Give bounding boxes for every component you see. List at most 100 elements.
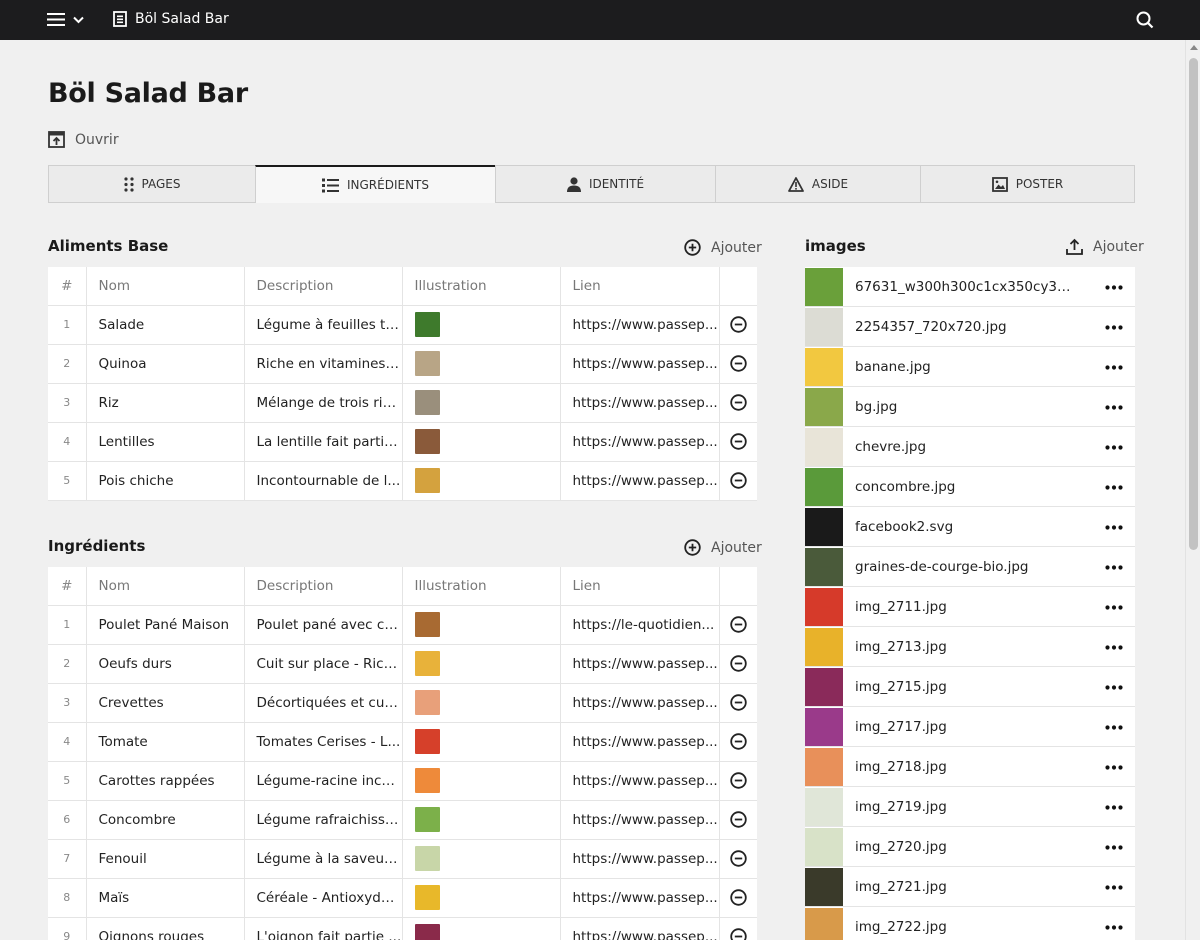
- row-link[interactable]: https://www.passep...: [560, 800, 720, 840]
- remove-row-button[interactable]: [730, 355, 747, 372]
- image-list-item[interactable]: 2254357_720x720.jpg: [805, 307, 1135, 347]
- row-description[interactable]: Légume à feuilles te...: [244, 305, 403, 345]
- tab-aside[interactable]: ASIDE: [715, 165, 921, 203]
- row-illustration[interactable]: [402, 800, 561, 840]
- image-filename[interactable]: concombre.jpg: [855, 479, 1073, 495]
- table-row[interactable]: 8 Maïs Céréale - Antioxyda... https://www.p…: [48, 878, 757, 918]
- row-name[interactable]: Oignons rouges: [86, 917, 245, 940]
- tab-identite[interactable]: IDENTITÉ: [495, 165, 716, 203]
- row-link[interactable]: https://www.passep...: [560, 422, 720, 462]
- more-options-button[interactable]: [1105, 800, 1123, 810]
- image-thumbnail[interactable]: [805, 387, 843, 426]
- illustration-thumbnail[interactable]: [414, 885, 440, 910]
- row-link[interactable]: https://www.passep...: [560, 305, 720, 345]
- remove-row-button[interactable]: [730, 772, 747, 789]
- more-options-button[interactable]: [1105, 680, 1123, 690]
- image-thumbnail[interactable]: [805, 827, 843, 866]
- image-filename[interactable]: img_2713.jpg: [855, 639, 1073, 655]
- row-name[interactable]: Fenouil: [86, 839, 245, 879]
- row-link[interactable]: https://www.passep...: [560, 461, 720, 501]
- image-list-item[interactable]: 67631_w300h300c1cx350cy350....: [805, 267, 1135, 307]
- more-options-button[interactable]: [1105, 480, 1123, 490]
- open-button[interactable]: Ouvrir: [48, 131, 119, 148]
- row-link[interactable]: https://www.passep...: [560, 383, 720, 423]
- row-link[interactable]: https://www.passep...: [560, 722, 720, 762]
- remove-row-button[interactable]: [730, 889, 747, 906]
- image-thumbnail[interactable]: [805, 627, 843, 666]
- image-list-item[interactable]: img_2722.jpg: [805, 907, 1135, 940]
- more-options-button[interactable]: [1105, 400, 1123, 410]
- image-thumbnail[interactable]: [805, 547, 843, 586]
- illustration-thumbnail[interactable]: [414, 351, 440, 376]
- remove-row-button[interactable]: [730, 694, 747, 711]
- image-thumbnail[interactable]: [805, 747, 843, 786]
- image-thumbnail[interactable]: [805, 707, 843, 746]
- row-name[interactable]: Pois chiche: [86, 461, 245, 501]
- image-thumbnail[interactable]: [805, 907, 843, 940]
- more-options-button[interactable]: [1105, 920, 1123, 930]
- row-illustration[interactable]: [402, 461, 561, 501]
- image-list-item[interactable]: img_2718.jpg: [805, 747, 1135, 787]
- row-link[interactable]: https://www.passep...: [560, 683, 720, 723]
- row-illustration[interactable]: [402, 422, 561, 462]
- row-link[interactable]: https://www.passep...: [560, 644, 720, 684]
- table-row[interactable]: 9 Oignons rouges L'oignon fait partie ... h…: [48, 917, 757, 940]
- image-list-item[interactable]: img_2711.jpg: [805, 587, 1135, 627]
- remove-row-button[interactable]: [730, 733, 747, 750]
- row-description[interactable]: Légume-racine inco...: [244, 761, 403, 801]
- image-filename[interactable]: img_2722.jpg: [855, 919, 1073, 935]
- tab-pages[interactable]: PAGES: [48, 165, 256, 203]
- more-options-button[interactable]: [1105, 560, 1123, 570]
- remove-row-button[interactable]: [730, 616, 747, 633]
- row-name[interactable]: Lentilles: [86, 422, 245, 462]
- image-list-item[interactable]: img_2720.jpg: [805, 827, 1135, 867]
- table-row[interactable]: 4 Tomate Tomates Cerises - L... https://www…: [48, 722, 757, 762]
- image-list-item[interactable]: img_2713.jpg: [805, 627, 1135, 667]
- remove-row-button[interactable]: [730, 811, 747, 828]
- image-filename[interactable]: img_2720.jpg: [855, 839, 1073, 855]
- illustration-thumbnail[interactable]: [414, 924, 440, 940]
- image-thumbnail[interactable]: [805, 787, 843, 826]
- ingredients-add-button[interactable]: Ajouter: [684, 539, 762, 556]
- remove-row-button[interactable]: [730, 472, 747, 489]
- row-name[interactable]: Concombre: [86, 800, 245, 840]
- illustration-thumbnail[interactable]: [414, 468, 440, 493]
- image-thumbnail[interactable]: [805, 587, 843, 626]
- image-list-item[interactable]: graines-de-courge-bio.jpg: [805, 547, 1135, 587]
- image-thumbnail[interactable]: [805, 347, 843, 386]
- table-row[interactable]: 6 Concombre Légume rafraichissa... https://…: [48, 800, 757, 840]
- illustration-thumbnail[interactable]: [414, 390, 440, 415]
- image-list-item[interactable]: facebook2.svg: [805, 507, 1135, 547]
- row-link[interactable]: https://www.passep...: [560, 878, 720, 918]
- main-menu-button[interactable]: [47, 12, 84, 27]
- table-row[interactable]: 2 Oeufs durs Cuit sur place - Rich... https…: [48, 644, 757, 684]
- image-filename[interactable]: img_2718.jpg: [855, 759, 1073, 775]
- tab-poster[interactable]: POSTER: [920, 165, 1135, 203]
- image-thumbnail[interactable]: [805, 427, 843, 466]
- image-thumbnail[interactable]: [805, 667, 843, 706]
- site-title[interactable]: Böl Salad Bar: [113, 11, 229, 27]
- row-description[interactable]: L'oignon fait partie ...: [244, 917, 403, 940]
- image-filename[interactable]: img_2721.jpg: [855, 879, 1073, 895]
- row-name[interactable]: Riz: [86, 383, 245, 423]
- row-description[interactable]: Céréale - Antioxyda...: [244, 878, 403, 918]
- image-filename[interactable]: img_2715.jpg: [855, 679, 1073, 695]
- row-name[interactable]: Oeufs durs: [86, 644, 245, 684]
- image-list-item[interactable]: img_2715.jpg: [805, 667, 1135, 707]
- row-illustration[interactable]: [402, 917, 561, 940]
- row-name[interactable]: Carottes rappées: [86, 761, 245, 801]
- remove-row-button[interactable]: [730, 316, 747, 333]
- row-link[interactable]: https://www.passep...: [560, 344, 720, 384]
- remove-row-button[interactable]: [730, 928, 747, 940]
- illustration-thumbnail[interactable]: [414, 690, 440, 715]
- row-link[interactable]: https://le-quotidien...: [560, 605, 720, 645]
- more-options-button[interactable]: [1105, 760, 1123, 770]
- row-link[interactable]: https://www.passep...: [560, 917, 720, 940]
- illustration-thumbnail[interactable]: [414, 846, 440, 871]
- scrollbar-thumb[interactable]: [1189, 58, 1198, 550]
- images-upload-button[interactable]: Ajouter: [1066, 238, 1144, 255]
- row-link[interactable]: https://www.passep...: [560, 761, 720, 801]
- more-options-button[interactable]: [1105, 520, 1123, 530]
- more-options-button[interactable]: [1105, 880, 1123, 890]
- image-filename[interactable]: 67631_w300h300c1cx350cy350....: [855, 279, 1073, 295]
